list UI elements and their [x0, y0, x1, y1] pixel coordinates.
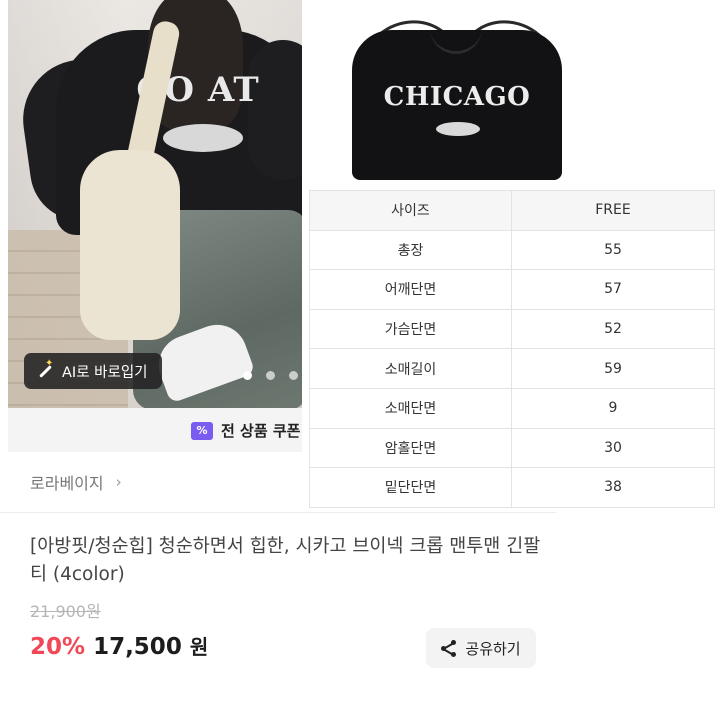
original-price: 21,900원 — [30, 602, 101, 621]
carousel-dot[interactable] — [266, 371, 275, 380]
share-label: 공유하기 — [465, 639, 521, 658]
size-measure-label: 어깨단면 — [309, 269, 512, 310]
table-row: 어깨단면 57 — [309, 269, 715, 310]
product-title: [아방핏/청순힙] 청순하면서 힙한, 시카고 브이넥 크롭 맨투맨 긴팔티 (… — [30, 536, 541, 585]
product-main-image[interactable]: CO AT — [8, 0, 302, 408]
size-measure-value: 52 — [511, 308, 715, 350]
sale-price: 17,500 — [93, 634, 182, 660]
size-measure-value: 9 — [511, 387, 715, 429]
photo-print-oval — [163, 124, 243, 152]
share-button[interactable]: 공유하기 — [426, 628, 536, 668]
size-table-panel: 사이즈 FREE 총장 55 어깨단면 57 가슴단면 52 소매길이 59 소 — [303, 180, 720, 510]
size-table: 사이즈 FREE 총장 55 어깨단면 57 가슴단면 52 소매길이 59 소 — [309, 190, 715, 508]
discount-rate: 20% — [30, 634, 86, 660]
photo-bag — [80, 150, 180, 340]
size-measure-value: 59 — [511, 348, 715, 389]
thumbnail-collar — [430, 28, 482, 54]
size-measure-label: 암홀단면 — [309, 427, 512, 469]
coupon-label: 전 상품 쿠폰 — [221, 422, 301, 440]
size-measure-label: 가슴단면 — [309, 308, 512, 350]
thumbnail-logo-oval — [436, 122, 480, 136]
divider — [0, 512, 556, 513]
carousel-dot[interactable] — [289, 371, 298, 380]
table-row: 밑단단면 38 — [309, 467, 715, 508]
carousel-indicator[interactable] — [243, 371, 298, 380]
brand-name: 로라베이지 — [30, 474, 104, 493]
all-products-coupon-button[interactable]: % 전 상품 쿠폰 — [191, 420, 300, 441]
carousel-dot[interactable] — [243, 371, 252, 380]
table-row: 소매길이 59 — [309, 348, 715, 389]
size-measure-label: 총장 — [309, 229, 512, 271]
thumbnail-logo-text: CHICAGO — [383, 82, 531, 112]
coupon-icon: % — [191, 421, 213, 440]
ai-try-on-button[interactable]: AI로 바로입기 — [24, 353, 162, 389]
table-row: 총장 55 — [309, 229, 715, 271]
size-header-label: 사이즈 — [309, 190, 512, 231]
magic-wand-icon — [36, 358, 54, 380]
size-header-value: FREE — [511, 190, 715, 231]
price-row: 20% 17,500 원 — [30, 631, 208, 660]
size-measure-value: 30 — [511, 427, 715, 469]
size-measure-value: 38 — [511, 467, 715, 508]
coupon-strip: % 전 상품 쿠폰 — [8, 408, 302, 452]
table-row: 소매단면 9 — [309, 387, 715, 429]
table-row: 가슴단면 52 — [309, 308, 715, 350]
chevron-right-icon: › — [115, 473, 122, 491]
size-measure-value: 57 — [511, 269, 715, 310]
currency-unit: 원 — [189, 635, 209, 659]
size-measure-label: 소매단면 — [309, 387, 512, 429]
thumbnail-sweatshirt: CHICAGO — [352, 30, 562, 180]
size-measure-label: 밑단단면 — [309, 467, 512, 508]
photo-sweatshirt-print: CO AT — [136, 70, 260, 110]
table-row: 암홀단면 30 — [309, 427, 715, 469]
ai-try-on-label: AI로 바로입기 — [62, 364, 148, 381]
size-measure-label: 소매길이 — [309, 348, 512, 389]
size-table-header-row: 사이즈 FREE — [309, 190, 715, 231]
photo-sleeve — [248, 40, 302, 180]
size-measure-value: 55 — [511, 229, 715, 271]
brand-link[interactable]: 로라베이지 › — [30, 470, 122, 494]
share-icon — [441, 640, 457, 657]
